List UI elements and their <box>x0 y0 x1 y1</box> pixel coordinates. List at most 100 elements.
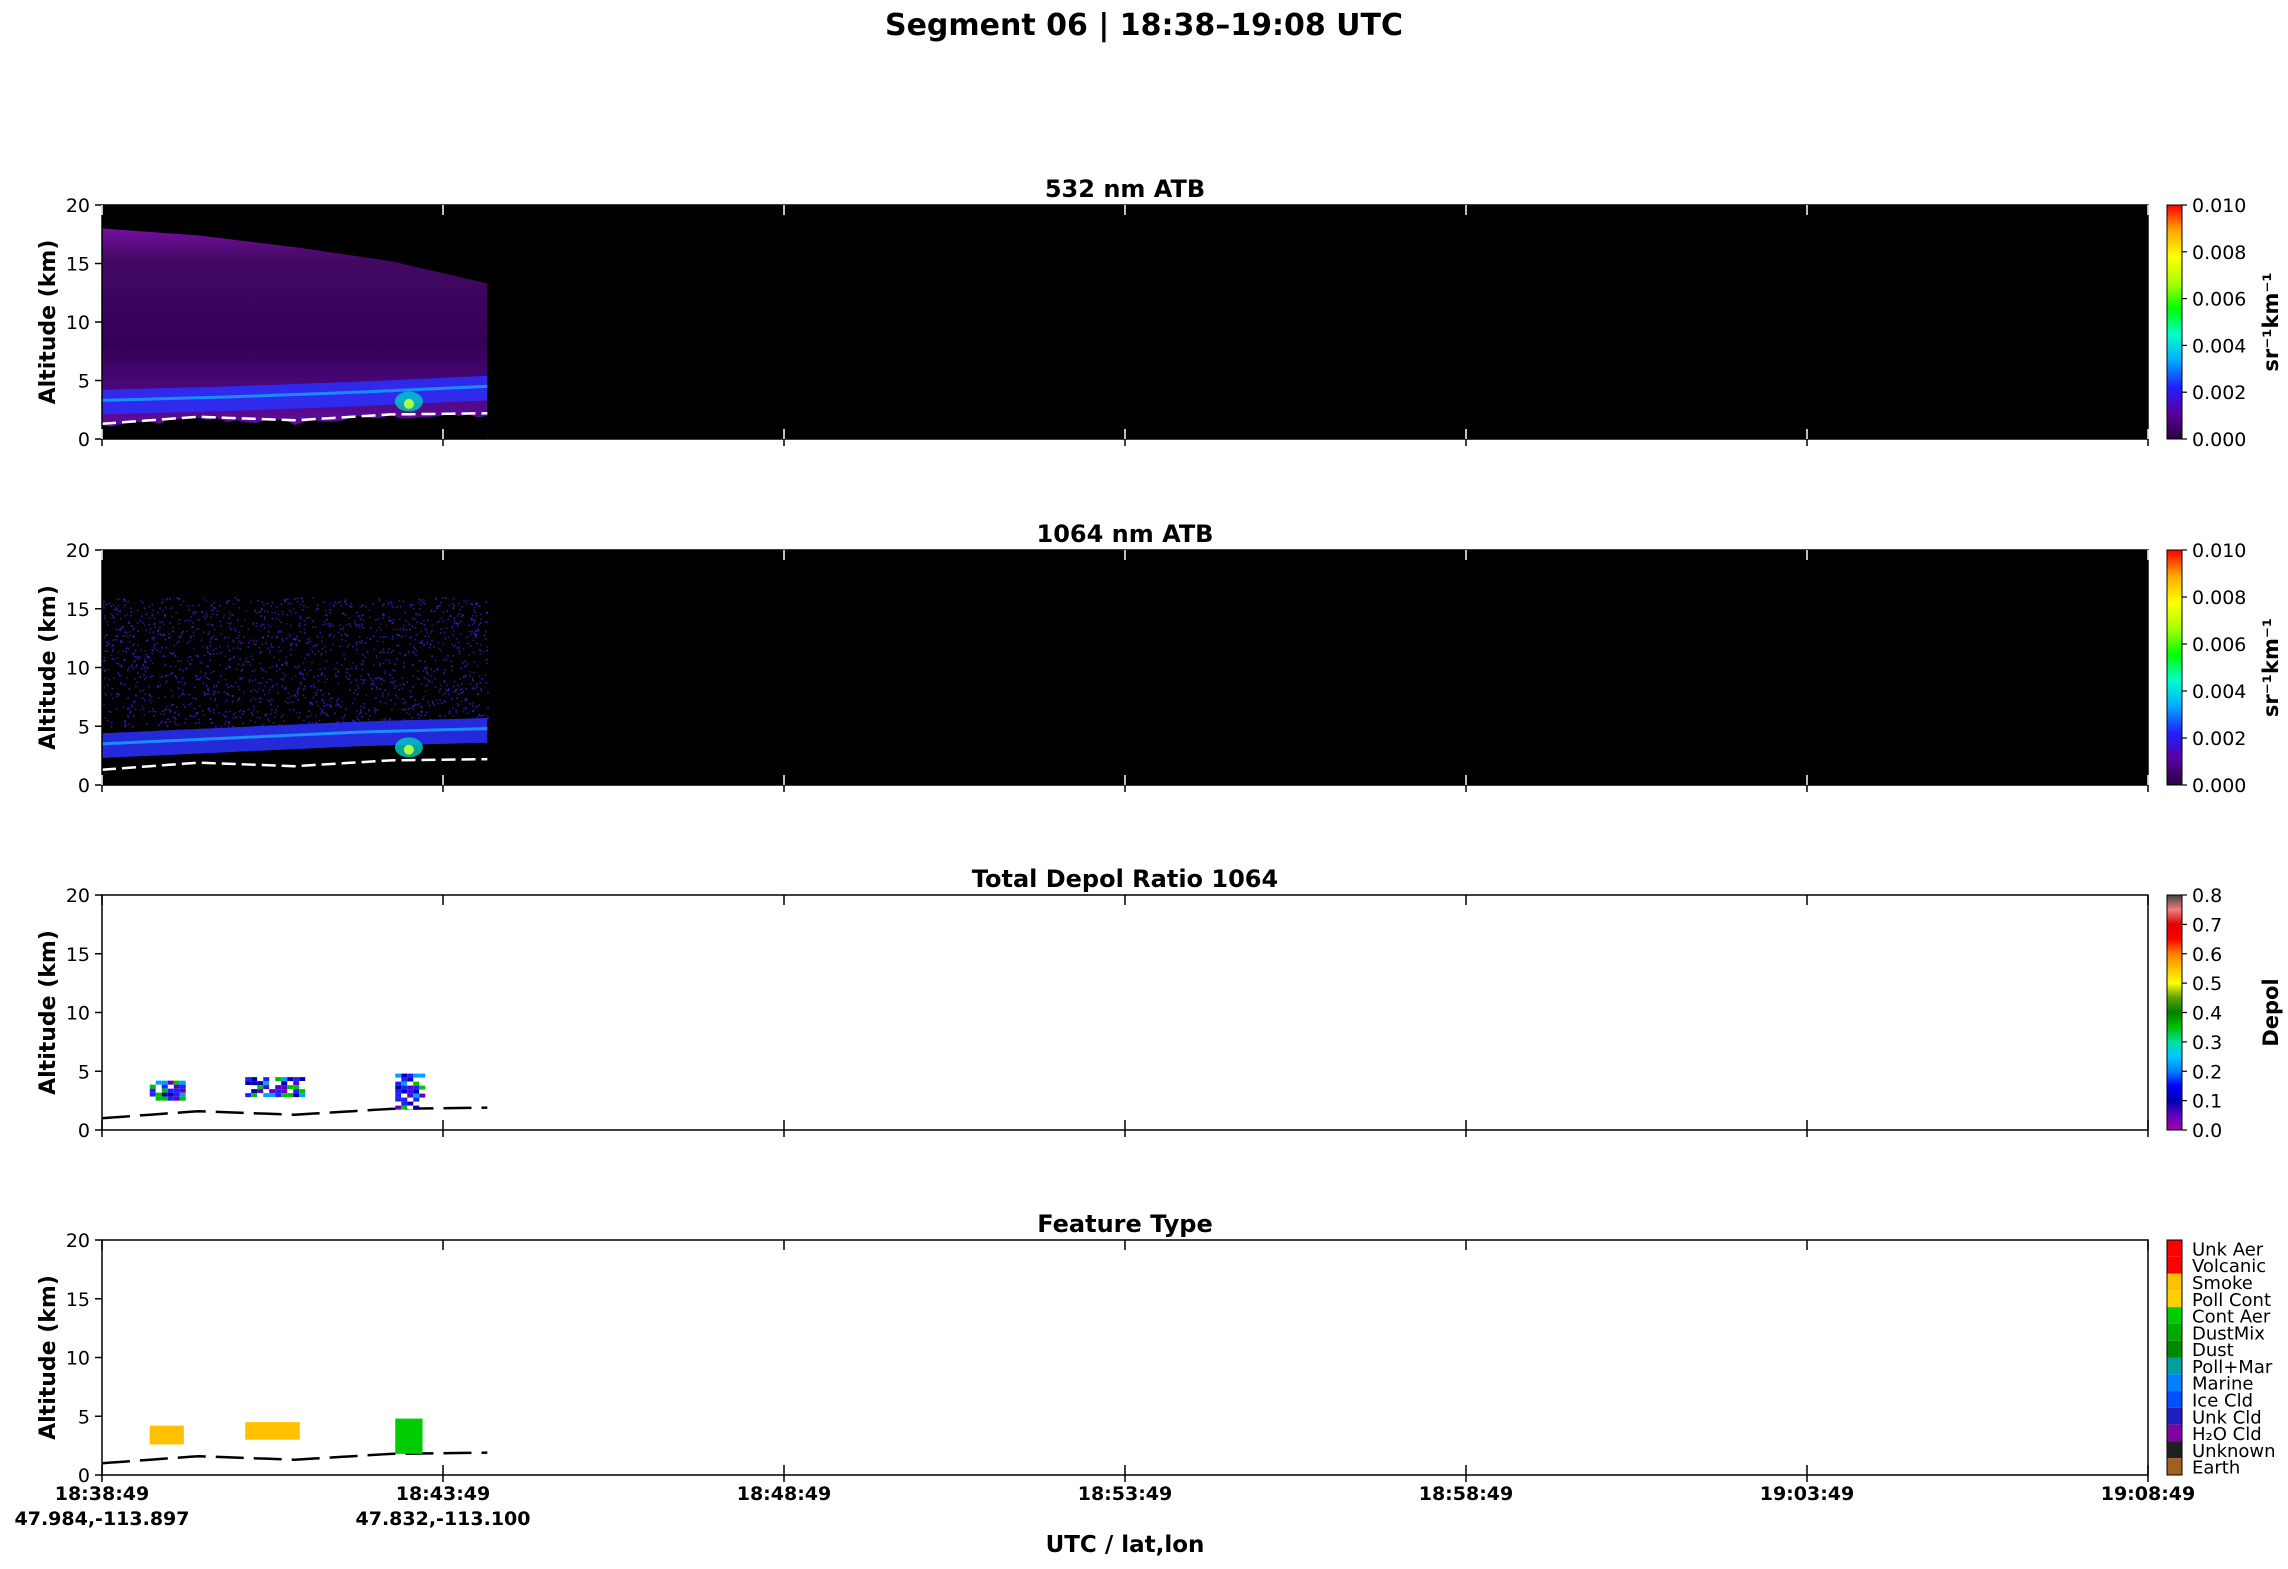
noise-dot <box>128 631 131 633</box>
noise-dot <box>487 692 489 694</box>
noise-dot <box>129 634 131 637</box>
noise-dot <box>465 700 468 702</box>
noise-dot <box>321 694 324 696</box>
noise-dot <box>120 641 122 644</box>
noise-dot <box>132 667 135 670</box>
noise-dot <box>414 703 416 706</box>
noise-dot <box>260 615 263 617</box>
noise-dot <box>174 711 177 714</box>
noise-dot <box>262 689 264 692</box>
noise-dot <box>345 603 348 605</box>
noise-dot <box>443 681 446 684</box>
noise-dot <box>452 607 454 609</box>
noise-dot <box>187 656 190 659</box>
noise-dot <box>468 630 471 633</box>
noise-dot <box>288 609 291 612</box>
noise-dot <box>114 606 117 609</box>
noise-dot <box>454 691 456 693</box>
depol-pixel <box>173 1088 180 1093</box>
y-tick-label: 20 <box>66 1230 90 1252</box>
noise-dot <box>457 704 460 707</box>
noise-dot <box>423 644 425 647</box>
x-tick-location: 47.832,-113.100 <box>356 1508 531 1530</box>
noise-dot <box>463 707 465 710</box>
noise-dot <box>365 694 368 697</box>
depol-pixel <box>251 1081 258 1086</box>
noise-dot <box>281 639 284 642</box>
noise-dot <box>316 643 319 646</box>
noise-dot <box>374 619 377 622</box>
noise-dot <box>423 599 425 601</box>
noise-dot <box>424 628 426 630</box>
noise-dot <box>326 618 328 621</box>
noise-dot <box>275 617 278 619</box>
noise-dot <box>420 682 423 685</box>
noise-dot <box>359 712 362 714</box>
noise-dot <box>398 688 401 691</box>
noise-dot <box>120 639 122 642</box>
noise-dot <box>368 616 371 619</box>
noise-dot <box>170 689 173 692</box>
noise-dot <box>297 688 299 691</box>
noise-dot <box>207 633 210 635</box>
noise-dot <box>309 703 312 705</box>
noise-dot <box>345 675 347 678</box>
noise-dot <box>154 711 157 713</box>
depol-pixel <box>257 1089 264 1094</box>
noise-dot <box>188 693 191 696</box>
noise-dot <box>264 671 267 673</box>
noise-dot <box>295 638 297 640</box>
noise-dot <box>270 679 273 681</box>
noise-dot <box>183 693 186 695</box>
noise-dot <box>262 636 265 638</box>
noise-dot <box>175 676 178 678</box>
colorbar-tick-label: 0.004 <box>2192 335 2246 357</box>
noise-dot <box>224 715 226 718</box>
noise-dot <box>324 681 326 684</box>
colorbar-tick-label: 0.008 <box>2192 242 2246 264</box>
noise-dot <box>436 607 439 610</box>
noise-dot <box>269 678 271 680</box>
noise-dot <box>307 638 310 641</box>
noise-dot <box>192 625 194 628</box>
noise-dot <box>167 718 169 720</box>
noise-dot <box>370 683 372 686</box>
noise-dot <box>360 710 363 713</box>
noise-dot <box>455 638 458 640</box>
depol-pixel <box>281 1081 288 1086</box>
noise-dot <box>360 705 362 708</box>
noise-dot <box>455 712 458 714</box>
plume-core <box>403 398 414 409</box>
noise-dot <box>442 619 445 622</box>
noise-dot <box>393 606 396 609</box>
noise-dot <box>420 599 422 602</box>
noise-dot <box>402 667 405 670</box>
noise-dot <box>271 698 273 701</box>
depol-pixel <box>395 1101 402 1106</box>
noise-dot <box>143 624 146 627</box>
depol-pixel <box>179 1092 186 1097</box>
noise-dot <box>355 679 358 681</box>
noise-dot <box>452 655 455 657</box>
noise-dot <box>279 668 281 670</box>
noise-dot <box>423 623 426 626</box>
noise-dot <box>104 656 106 659</box>
noise-dot <box>212 607 215 609</box>
noise-dot <box>151 609 154 611</box>
noise-dot <box>360 606 362 608</box>
noise-dot <box>377 676 380 679</box>
noise-dot <box>442 693 445 696</box>
noise-dot <box>298 625 300 627</box>
depol-pixel <box>245 1093 252 1098</box>
noise-dot <box>311 597 314 599</box>
noise-dot <box>375 677 378 680</box>
noise-dot <box>183 684 185 686</box>
noise-dot <box>117 650 120 653</box>
noise-dot <box>190 635 192 638</box>
noise-dot <box>108 710 111 713</box>
noise-dot <box>456 623 458 625</box>
legend-swatch <box>2167 1240 2182 1257</box>
noise-dot <box>425 711 428 714</box>
noise-dot <box>148 624 151 626</box>
noise-dot <box>419 660 422 662</box>
